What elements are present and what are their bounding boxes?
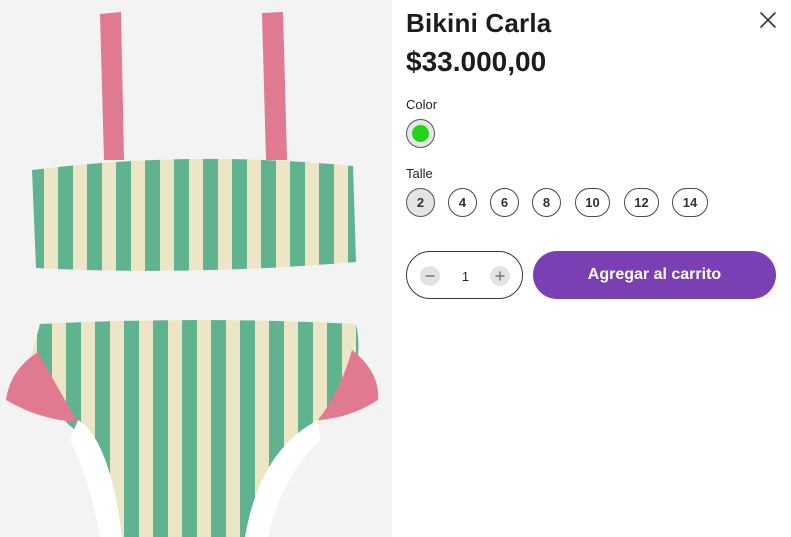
size-option-4[interactable]: 4 — [448, 188, 477, 217]
product-title: Bikini Carla — [406, 8, 552, 38]
size-option-12[interactable]: 12 — [624, 188, 659, 217]
quantity-stepper — [406, 251, 523, 299]
size-option-2[interactable]: 2 — [406, 188, 435, 217]
minus-icon — [425, 275, 435, 277]
size-option-6[interactable]: 6 — [490, 188, 519, 217]
quantity-decrease-button[interactable] — [420, 266, 440, 286]
color-swatch-selected[interactable] — [406, 119, 435, 148]
size-option-8[interactable]: 8 — [532, 188, 561, 217]
size-option-14[interactable]: 14 — [672, 188, 708, 217]
color-dot — [412, 125, 429, 142]
color-label: Color — [406, 97, 438, 112]
quantity-increase-button[interactable] — [490, 266, 510, 286]
size-label: Talle — [406, 166, 433, 181]
close-button[interactable] — [759, 11, 777, 29]
add-to-cart-button[interactable]: Agregar al carrito — [533, 251, 776, 299]
bikini-illustration — [0, 0, 392, 537]
close-icon[interactable] — [759, 11, 777, 29]
product-details: Bikini Carla $33.000,00 Color Talle 2 4 … — [392, 0, 791, 537]
product-price: $33.000,00 — [406, 46, 547, 77]
product-image — [0, 0, 392, 537]
size-option-10[interactable]: 10 — [575, 188, 610, 217]
plus-icon — [495, 271, 505, 281]
quantity-input[interactable] — [447, 265, 484, 287]
